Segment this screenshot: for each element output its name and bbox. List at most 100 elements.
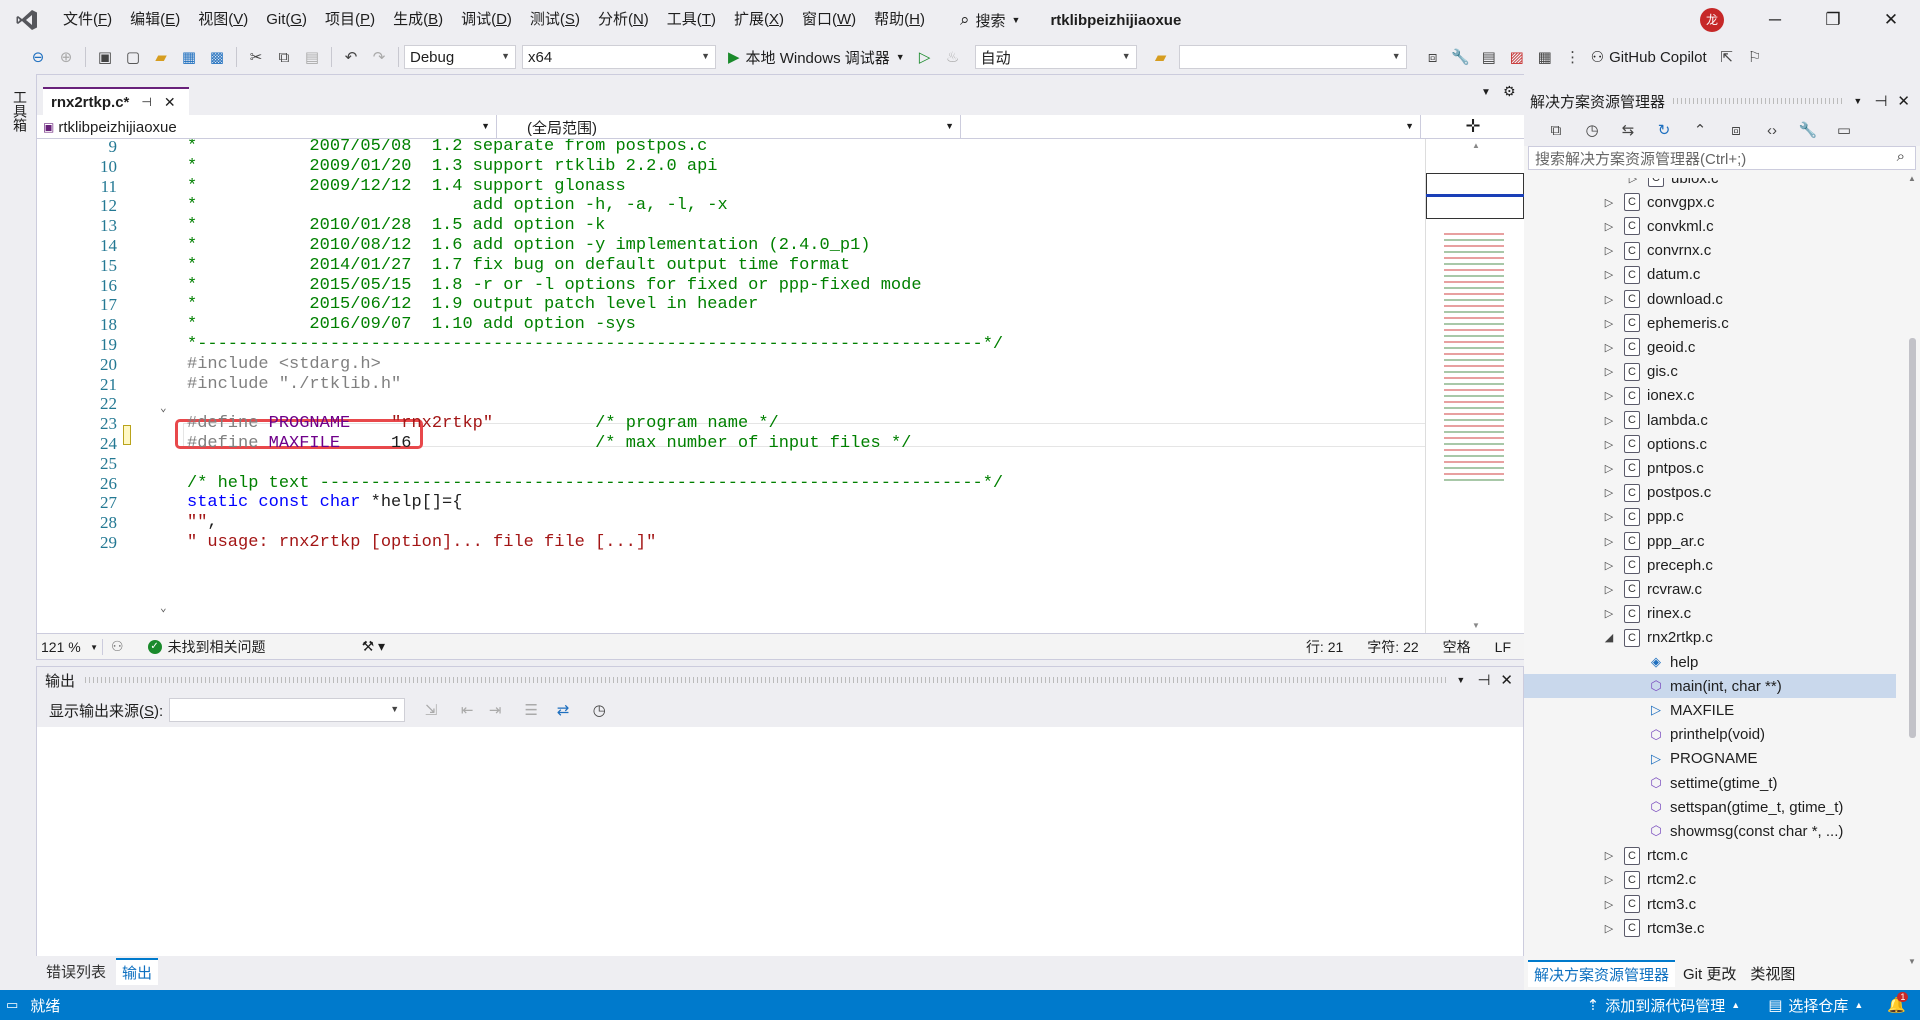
collapsed-arrow-icon[interactable]: ▷ (1602, 922, 1616, 935)
drag-grip[interactable] (85, 677, 1447, 683)
code-editor[interactable]: 9 * 2007/05/08 1.2 separate from postpos.… (37, 139, 1425, 633)
forward-icon[interactable]: ⊕ (54, 45, 78, 69)
collapsed-arrow-icon[interactable]: ▷ (1602, 510, 1616, 523)
collapsed-arrow-icon[interactable]: ▷ (1602, 365, 1616, 378)
collapse-all-icon[interactable]: ⌃ (1688, 118, 1712, 142)
tree-file-item[interactable]: ▷ Cpostpos.c (1524, 481, 1896, 505)
tree-file-item[interactable]: ▷ Cephemeris.c (1524, 311, 1896, 335)
toolbox-icon[interactable]: ▨ (1505, 45, 1529, 69)
issues-status[interactable]: 未找到相关问题 (168, 637, 266, 657)
collapse-icon[interactable]: ⌄ (160, 601, 167, 615)
collapsed-arrow-icon[interactable]: ▷ (1602, 873, 1616, 886)
menu-item[interactable]: 文件(F) (54, 0, 121, 40)
scrollbar[interactable]: ▲ ▼ (1906, 174, 1918, 966)
tree-file-item[interactable]: ▷ Cconvgpx.c (1524, 190, 1896, 214)
spacing-status[interactable]: 空格 (1443, 637, 1471, 657)
collapsed-arrow-icon[interactable]: ▷ (1602, 559, 1616, 572)
cut-icon[interactable]: ✂ (244, 45, 268, 69)
feedback-icon[interactable]: ⚐ (1743, 45, 1767, 69)
back-icon[interactable]: ⊖ (26, 45, 50, 69)
history-icon[interactable]: ◷ (1580, 118, 1604, 142)
collapsed-arrow-icon[interactable]: ▷ (1602, 389, 1616, 402)
find-combo[interactable]: ▼ (1178, 45, 1407, 69)
find-message-icon[interactable]: ⇲ (419, 698, 443, 722)
clear-all-icon[interactable]: ☰ (519, 698, 543, 722)
tool-icon-4[interactable]: ⋮ (1561, 45, 1585, 69)
prev-message-icon[interactable]: ⇤ (455, 698, 479, 722)
tree-file-item[interactable]: ▷ Crinex.c (1524, 602, 1896, 626)
start-without-debugging-icon[interactable]: ▷ (913, 45, 937, 69)
tree-file-item[interactable]: ▷ Cgeoid.c (1524, 335, 1896, 359)
pin-icon[interactable]: ⊣ (141, 95, 151, 109)
tree-file-item[interactable]: ▷ Cublox.c (1524, 178, 1896, 190)
tree-file-item[interactable]: ▷ Crtcm3e.c (1524, 916, 1896, 940)
tab-rnx2rtkp[interactable]: rnx2rtkp.c* ⊣ ✕ (43, 87, 189, 115)
tree-symbol-item[interactable]: ⬡ main(int, char **) (1524, 674, 1896, 699)
tree-symbol-item[interactable]: ⬡ settspan(gtime_t, gtime_t) (1524, 795, 1896, 819)
menu-item[interactable]: 调试(D) (452, 0, 521, 40)
menu-item[interactable]: 帮助(H) (865, 0, 934, 40)
collapsed-arrow-icon[interactable]: ▷ (1602, 849, 1616, 862)
tree-symbol-item[interactable]: ⬡ printhelp(void) (1524, 723, 1896, 747)
code-view-icon[interactable]: ‹› (1760, 118, 1784, 142)
close-window-button[interactable]: ✕ (1862, 0, 1920, 40)
tree-file-item[interactable]: ▷ Cconvkml.c (1524, 214, 1896, 238)
save-all-icon[interactable]: ▩ (205, 45, 229, 69)
paste-icon[interactable]: ▤ (300, 45, 324, 69)
hot-reload-icon[interactable]: ♨ (941, 45, 965, 69)
tab-error-list[interactable]: 错误列表 (36, 961, 116, 982)
tab-git-changes[interactable]: Git 更改 (1675, 963, 1744, 984)
show-all-files-icon[interactable]: ⧈ (1724, 118, 1748, 142)
collapsed-arrow-icon[interactable]: ▷ (1602, 268, 1616, 281)
tree-file-item[interactable]: ▷ Coptions.c (1524, 432, 1896, 456)
chevron-down-icon[interactable]: ▼ (1853, 96, 1862, 106)
pin-icon[interactable]: ⊣ (1477, 671, 1490, 689)
github-copilot-button[interactable]: ⚇ GitHub Copilot (1591, 48, 1707, 67)
collapsed-arrow-icon[interactable]: ▷ (1602, 583, 1616, 596)
expanded-arrow-icon[interactable]: ◢ (1602, 631, 1616, 644)
tree-symbol-item[interactable]: ▷ PROGNAME (1524, 747, 1896, 771)
select-repo-button[interactable]: ▤ 选择仓库 ▲ (1768, 995, 1863, 1016)
sync-icon[interactable]: ⇆ (1616, 118, 1640, 142)
chevron-down-icon[interactable]: ▼ (1481, 87, 1491, 98)
scroll-down-icon[interactable]: ▼ (1472, 621, 1480, 630)
switch-views-icon[interactable]: ⧉ (1544, 118, 1568, 142)
clock-icon[interactable]: ◷ (587, 698, 611, 722)
tree-file-item[interactable]: ▷ Cdatum.c (1524, 263, 1896, 287)
pin-icon[interactable]: ⊣ (1874, 92, 1887, 110)
cleanup-icon[interactable]: ⚒ ▾ (362, 638, 385, 655)
wrench-icon[interactable]: 🔧 (1449, 45, 1473, 69)
tree-file-item[interactable]: ▷ Cconvrnx.c (1524, 239, 1896, 263)
new-item-icon[interactable]: ▢ (121, 45, 145, 69)
notifications-icon[interactable]: 🔔 1 (1887, 992, 1909, 1014)
toolbox-tab[interactable]: 工具箱 (10, 90, 30, 132)
tree-file-item[interactable]: ▷ Cgis.c (1524, 360, 1896, 384)
menu-item[interactable]: 窗口(W) (793, 0, 865, 40)
collapsed-arrow-icon[interactable]: ▷ (1602, 535, 1616, 548)
copilot-status-icon[interactable]: ⚇ (111, 638, 124, 655)
open-folder-icon[interactable]: ▰ (149, 45, 173, 69)
row-status[interactable]: 行: 21 (1306, 637, 1343, 657)
collapsed-arrow-icon[interactable]: ▷ (1602, 438, 1616, 451)
collapsed-arrow-icon[interactable]: ▷ (1602, 486, 1616, 499)
tree-symbol-item[interactable]: ▷ MAXFILE (1524, 698, 1896, 722)
menu-item[interactable]: Git(G) (257, 0, 316, 40)
share-icon[interactable]: ⇱ (1715, 45, 1739, 69)
tree-file-item[interactable]: ▷ Cppp_ar.c (1524, 529, 1896, 553)
tree-file-item[interactable]: ▷ Crtcm2.c (1524, 868, 1896, 892)
tree-file-item[interactable]: ▷ Clambda.c (1524, 408, 1896, 432)
find-in-files-icon[interactable]: ▰ (1149, 45, 1173, 69)
collapsed-arrow-icon[interactable]: ▷ (1602, 341, 1616, 354)
tree-file-item[interactable]: ▷ Crtcm.c (1524, 844, 1896, 868)
copy-icon[interactable]: ⧉ (272, 45, 296, 69)
menu-item[interactable]: 生成(B) (384, 0, 452, 40)
tree-file-item[interactable]: ▷ Cdownload.c (1524, 287, 1896, 311)
save-icon[interactable]: ▦ (177, 45, 201, 69)
col-status[interactable]: 字符: 22 (1367, 637, 1418, 657)
split-editor-icon[interactable]: ✛ (1421, 115, 1525, 138)
tab-solution-explorer[interactable]: 解决方案资源管理器 (1528, 959, 1676, 987)
tree-file-item[interactable]: ▷ Cpreceph.c (1524, 553, 1896, 577)
collapsed-arrow-icon[interactable]: ▷ (1602, 414, 1616, 427)
collapsed-arrow-icon[interactable]: ▷ (1602, 196, 1616, 209)
minimap[interactable]: ▲ ▼ (1425, 139, 1525, 633)
